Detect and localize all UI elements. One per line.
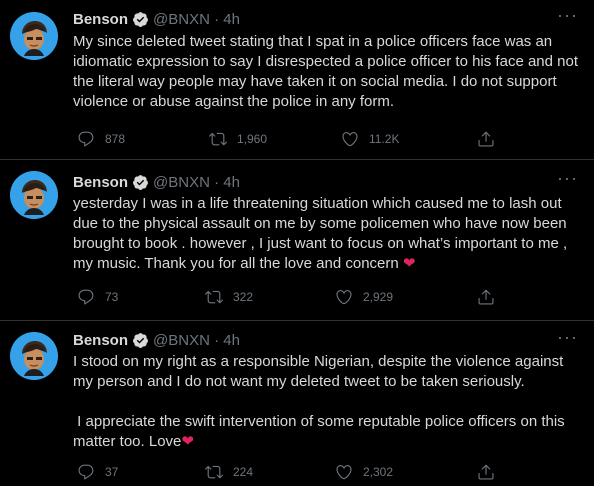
more-icon[interactable]: ··· (557, 328, 578, 346)
tweet-header: Benson @BNXN · 4h (73, 9, 240, 29)
like-count: 2,929 (363, 290, 394, 304)
like-button[interactable]: 2,302 (335, 463, 393, 481)
display-name[interactable]: Benson (73, 11, 128, 28)
handle-and-time[interactable]: @BNXN · 4h (153, 332, 240, 349)
retweet-button[interactable]: 224 (205, 463, 253, 481)
retweet-icon (205, 290, 223, 304)
reply-count: 37 (105, 465, 119, 479)
like-icon (342, 132, 358, 147)
more-icon[interactable]: ··· (557, 6, 578, 24)
share-button[interactable] (477, 130, 505, 148)
display-name[interactable]: Benson (73, 174, 128, 191)
share-button[interactable] (477, 463, 505, 481)
reply-icon (78, 289, 94, 305)
share-icon (478, 464, 494, 480)
avatar[interactable] (10, 171, 58, 219)
like-icon (336, 290, 352, 305)
more-icon[interactable]: ··· (557, 169, 578, 187)
retweet-button[interactable]: 1,960 (209, 130, 267, 148)
retweet-icon (209, 132, 227, 146)
reply-button[interactable]: 37 (77, 463, 118, 481)
tweet-text: My since deleted tweet stating that I sp… (73, 32, 578, 112)
share-icon (478, 289, 494, 305)
verified-badge-icon (133, 174, 148, 190)
retweet-button[interactable]: 322 (205, 288, 253, 306)
display-name[interactable]: Benson (73, 332, 128, 349)
like-count: 2,302 (363, 465, 394, 479)
reply-count: 878 (105, 132, 126, 146)
retweet-count: 224 (233, 465, 254, 479)
reply-count: 73 (105, 290, 119, 304)
like-button[interactable]: 11.2K (341, 130, 399, 148)
verified-badge-icon (133, 332, 148, 348)
reply-button[interactable]: 73 (77, 288, 118, 306)
reply-icon (78, 131, 94, 147)
retweet-count: 1,960 (237, 132, 268, 146)
tweet[interactable]: Benson @BNXN · 4h ··· yesterday I was in… (0, 161, 594, 321)
avatar[interactable] (10, 332, 58, 380)
like-icon (336, 465, 352, 480)
avatar[interactable] (10, 12, 58, 60)
tweet-header: Benson @BNXN · 4h (73, 330, 240, 350)
verified-badge-icon (133, 11, 148, 27)
handle-and-time[interactable]: @BNXN · 4h (153, 11, 240, 28)
share-button[interactable] (477, 288, 505, 306)
like-button[interactable]: 2,929 (335, 288, 393, 306)
tweet-text: I stood on my right as a responsible Nig… (73, 352, 578, 452)
retweet-count: 322 (233, 290, 254, 304)
tweet[interactable]: Benson @BNXN · 4h ··· My since deleted t… (0, 0, 594, 160)
heart-emoji: ❤ (181, 433, 194, 450)
share-icon (478, 131, 494, 147)
tweet-body: My since deleted tweet stating that I sp… (73, 33, 578, 110)
tweet-text: yesterday I was in a life threatening si… (73, 194, 578, 274)
heart-emoji: ❤ (402, 255, 416, 272)
like-count: 11.2K (369, 132, 400, 146)
retweet-icon (205, 465, 223, 479)
reply-button[interactable]: 878 (77, 130, 125, 148)
tweet-header: Benson @BNXN · 4h (73, 172, 240, 192)
reply-icon (78, 464, 94, 480)
tweet-body: yesterday I was in a life threatening si… (73, 195, 568, 272)
handle-and-time[interactable]: @BNXN · 4h (153, 174, 240, 191)
tweet-body: I stood on my right as a responsible Nig… (73, 353, 565, 450)
tweet[interactable]: Benson @BNXN · 4h ··· I stood on my righ… (0, 322, 594, 486)
